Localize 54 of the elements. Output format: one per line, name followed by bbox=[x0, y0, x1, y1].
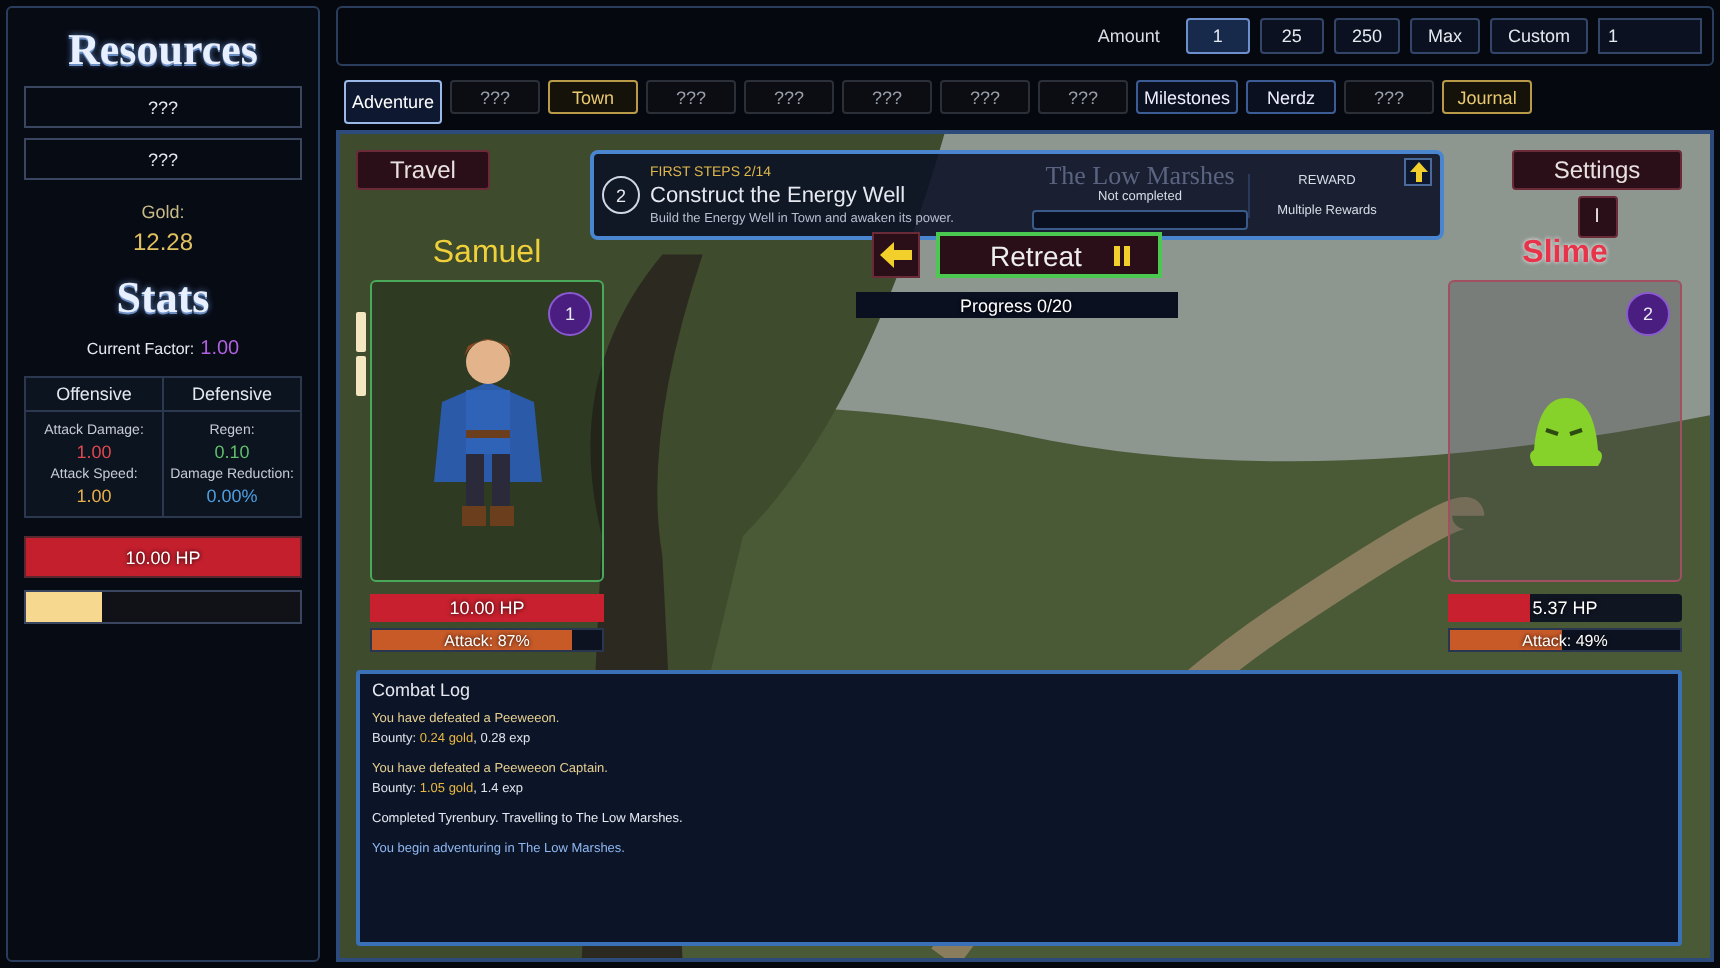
amount-button[interactable]: Custom bbox=[1489, 18, 1588, 54]
tab[interactable]: ??? bbox=[450, 80, 541, 114]
bar-label: Attack: 87% bbox=[444, 631, 530, 649]
info-button[interactable]: I bbox=[1577, 196, 1617, 238]
stat-value: 1.00 bbox=[76, 486, 112, 506]
resource-field: ??? bbox=[24, 86, 302, 128]
stat-value: 1.00 bbox=[76, 442, 112, 462]
resources-title: Resources bbox=[68, 24, 258, 76]
bar-label: 10.00 HP bbox=[449, 598, 525, 618]
stats-title: Stats bbox=[116, 272, 210, 324]
bar-label: Progress 0/20 bbox=[959, 295, 1073, 315]
tab[interactable]: ??? bbox=[1038, 80, 1129, 114]
amount-button[interactable]: 25 bbox=[1259, 18, 1324, 54]
left-arrow-icon bbox=[879, 242, 911, 268]
amount-label: Amount bbox=[1097, 26, 1160, 46]
travel-button[interactable]: Travel bbox=[356, 150, 490, 190]
combat-log-title: Combat Log bbox=[372, 680, 473, 700]
settings-button[interactable]: Settings bbox=[1512, 150, 1682, 190]
tab[interactable]: ??? bbox=[842, 80, 933, 114]
tab[interactable]: ??? bbox=[1344, 80, 1435, 114]
stat-value: 0.10 bbox=[214, 442, 250, 462]
resource-field: ??? bbox=[24, 138, 302, 180]
quest-number: 2 bbox=[602, 176, 640, 214]
amount-button[interactable]: 250 bbox=[1333, 18, 1400, 54]
tab[interactable]: Adventure bbox=[344, 80, 443, 124]
bar-label: 10.00 HP bbox=[125, 547, 201, 567]
tab[interactable]: Milestones bbox=[1136, 80, 1239, 114]
bar-label: 5.37 HP bbox=[1532, 598, 1598, 618]
fighter-name: Samuel bbox=[432, 236, 542, 274]
pause-icon bbox=[1113, 245, 1130, 265]
retreat-button[interactable]: Retreat bbox=[935, 232, 1161, 278]
collapse-button[interactable] bbox=[1404, 158, 1432, 186]
currency-amount: 12.28 bbox=[132, 228, 194, 256]
fighter-name: Slime bbox=[1522, 236, 1608, 274]
quest-title: Construct the Energy Well bbox=[650, 183, 908, 207]
slime-drawing bbox=[1525, 393, 1605, 469]
tab[interactable]: ??? bbox=[646, 80, 737, 114]
location-title: The Low Marshes bbox=[1045, 160, 1235, 190]
back-button[interactable] bbox=[871, 232, 919, 278]
tab[interactable]: Town bbox=[548, 80, 639, 114]
amount-button[interactable]: Max bbox=[1409, 18, 1480, 54]
factor-value: 1.00 bbox=[200, 338, 240, 360]
tab[interactable]: ??? bbox=[744, 80, 835, 114]
tab[interactable]: Journal bbox=[1442, 80, 1533, 114]
factor-label: Current Factor: bbox=[86, 340, 195, 358]
stat-heading: Defensive bbox=[164, 378, 300, 412]
stat-value: 0.00% bbox=[206, 486, 258, 506]
custom-amount-field[interactable]: 1 bbox=[1598, 18, 1702, 54]
up-arrow-icon bbox=[1409, 162, 1427, 182]
tab[interactable]: ??? bbox=[940, 80, 1031, 114]
stat-heading: Offensive bbox=[26, 378, 162, 412]
currency-label: Gold: bbox=[141, 202, 185, 222]
amount-button[interactable]: 1 bbox=[1185, 18, 1250, 54]
tab[interactable]: Nerdz bbox=[1246, 80, 1337, 114]
